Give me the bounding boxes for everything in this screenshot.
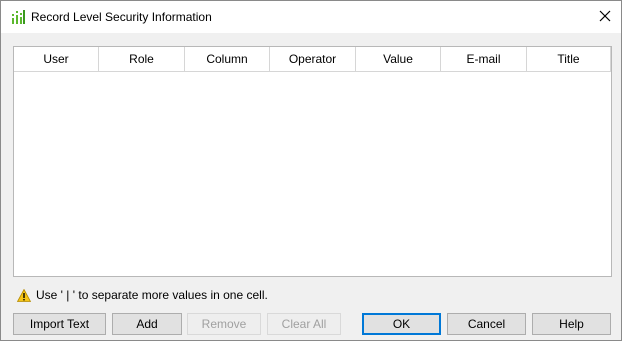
remove-button[interactable]: Remove — [187, 313, 261, 335]
close-icon — [599, 10, 611, 25]
dialog-window: Record Level Security Information User R… — [0, 0, 622, 341]
column-header-title[interactable]: Title — [527, 47, 611, 72]
column-header-operator[interactable]: Operator — [270, 47, 356, 72]
warning-icon — [16, 288, 32, 302]
column-header-user[interactable]: User — [14, 47, 99, 72]
window-title: Record Level Security Information — [31, 10, 212, 24]
hint-text: Use ' | ' to separate more values in one… — [36, 288, 268, 302]
table-header: User Role Column Operator Value E-mail T… — [14, 47, 611, 72]
cancel-button[interactable]: Cancel — [447, 313, 526, 335]
add-button[interactable]: Add — [112, 313, 182, 335]
close-button[interactable] — [589, 3, 621, 31]
column-header-value[interactable]: Value — [356, 47, 441, 72]
help-button[interactable]: Help — [532, 313, 611, 335]
column-header-email[interactable]: E-mail — [441, 47, 527, 72]
column-header-role[interactable]: Role — [99, 47, 185, 72]
ok-button[interactable]: OK — [362, 313, 441, 335]
security-table[interactable]: User Role Column Operator Value E-mail T… — [13, 46, 612, 277]
app-icon — [11, 9, 25, 25]
hint-row: Use ' | ' to separate more values in one… — [16, 287, 268, 303]
clear-all-button[interactable]: Clear All — [267, 313, 341, 335]
import-text-button[interactable]: Import Text — [13, 313, 106, 335]
title-bar: Record Level Security Information — [1, 1, 621, 33]
column-header-column[interactable]: Column — [185, 47, 270, 72]
